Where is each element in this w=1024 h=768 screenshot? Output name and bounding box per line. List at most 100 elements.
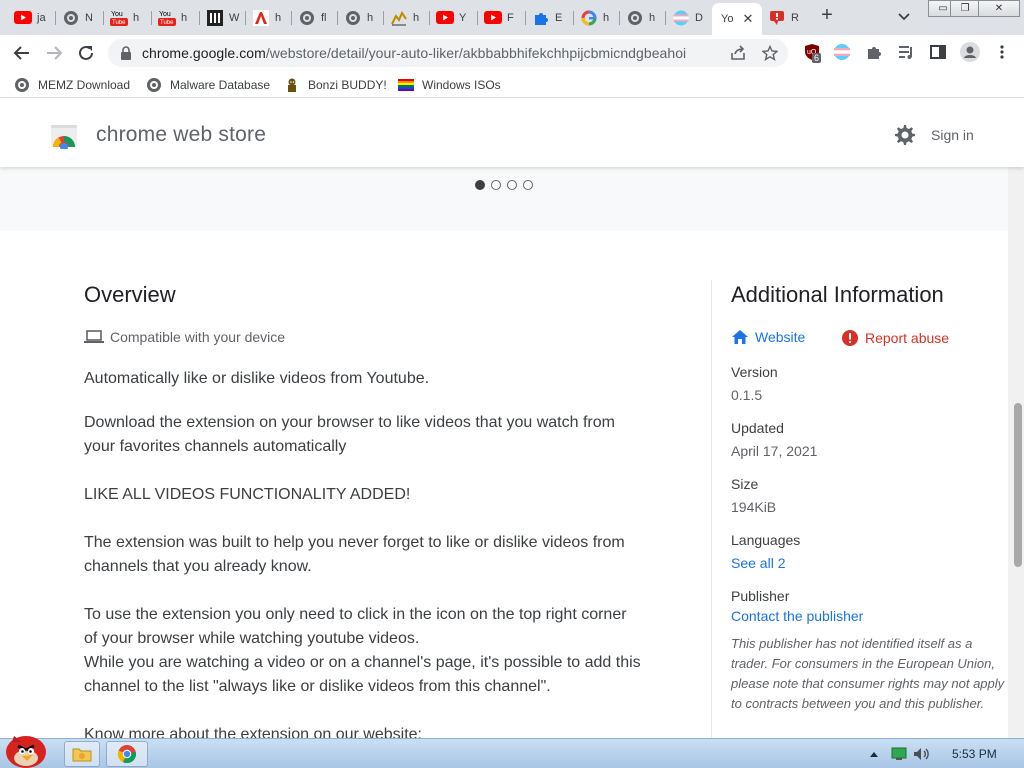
sign-in-link[interactable]: Sign in [931,127,974,143]
bookmark-label: MEMZ Download [38,78,131,92]
home-icon [732,330,748,344]
description-paragraph: While you are watching a video or on a c… [84,654,641,695]
bookmark-malware-database[interactable]: Malware Database [146,76,270,94]
reload-icon [79,45,93,60]
extensions-puzzle-icon[interactable] [865,43,883,61]
media-controls-icon[interactable] [897,43,915,61]
tab-search-chevron-down-icon[interactable] [895,7,913,25]
taskbar-clock[interactable]: 5:53 PM [952,747,997,761]
youtube-logo-icon: You Tube [158,9,176,27]
tab-4-label: h [181,11,188,24]
sparkline-icon [390,9,408,27]
youtube-icon [14,9,32,27]
additional-info-heading: Additional Information [731,282,944,307]
tab-12[interactable]: E [526,3,574,32]
alert-icon [842,330,858,346]
volume-icon[interactable] [912,741,932,767]
languages-label: Languages [731,532,801,548]
globe-icon [344,9,362,27]
updated-label: Updated [731,420,784,436]
tab-5-label: W [229,11,240,24]
tab-active[interactable]: Yo ✕ [712,3,762,35]
tab-17[interactable]: R [762,3,808,32]
tab-10-label: Y [459,11,467,24]
tab-13[interactable]: h [574,3,620,32]
webstore-header: chrome web store Sign in [0,103,1024,167]
ublock-origin-icon[interactable]: uO 6 [803,43,822,63]
website-link[interactable]: Website [731,329,805,345]
tab-15[interactable]: D [666,3,712,32]
see-all-languages-link[interactable]: See all 2 [731,555,785,571]
tab-14[interactable]: h [620,3,666,32]
tab-8-label: h [367,11,374,24]
tab-11-label: F [507,11,514,24]
tab-6[interactable]: h [246,3,292,32]
tab-7[interactable]: fl [292,3,338,32]
chrome-web-store-logo-icon[interactable] [50,121,78,151]
tab-14-label: h [649,11,656,24]
carousel-dot-1[interactable] [475,180,485,190]
flag-extension-icon[interactable] [833,43,851,61]
network-icon[interactable] [890,741,908,767]
tab-5[interactable]: W [200,3,246,32]
tab-10[interactable]: Y [430,3,478,32]
tab-11[interactable]: F [478,3,526,32]
close-window-button[interactable]: ✕ [978,0,1020,17]
url-text: chrome.google.com/webstore/detail/your-a… [142,45,686,61]
bookmark-label: Malware Database [170,78,271,92]
svg-text:Tube: Tube [160,20,174,26]
report-abuse-link[interactable]: Report abuse [841,329,949,347]
website-link-label: Website [755,329,806,345]
size-label: Size [731,476,759,492]
kebab-menu-icon[interactable] [993,43,1011,61]
trader-disclaimer: This publisher has not identified itself… [731,636,1005,711]
youtube-icon [436,9,454,27]
bookmark-bonzi-buddy[interactable]: Bonzi BUDDY! [284,76,387,94]
back-button[interactable] [10,41,34,65]
flag-icon [672,9,690,27]
carousel-dot-3[interactable] [507,180,517,190]
contact-publisher-link[interactable]: Contact the publisher [731,608,863,624]
ublock-badge: 6 [812,53,822,63]
side-panel-icon[interactable] [929,43,947,61]
forward-button[interactable] [42,41,66,65]
start-button-angry-bird-icon[interactable] [0,724,52,768]
address-bar[interactable]: chrome.google.com/webstore/detail/your-a… [108,39,788,67]
bookmark-star-icon[interactable] [761,44,779,61]
description-paragraph: Know more about the extension on our web… [84,726,422,738]
bonzi-icon [284,77,300,93]
carousel-dot-4[interactable] [523,180,533,190]
tab-8[interactable]: h [338,3,384,32]
svg-text:Tube: Tube [112,20,126,26]
tab-9-label: h [413,11,420,24]
lock-icon [120,46,132,65]
taskbar-chrome-button[interactable] [106,741,148,767]
reload-button[interactable] [74,41,98,65]
close-tab-icon[interactable]: ✕ [742,11,753,27]
tab-1[interactable]: ja [8,3,56,32]
bookmark-memz[interactable]: MEMZ Download [14,76,130,94]
rainbow-flag-icon [398,77,414,93]
updated-value: April 17, 2021 [731,443,818,459]
wikipedia-icon [206,9,224,27]
tab-4[interactable]: You Tube h [152,3,200,32]
gear-icon[interactable] [893,124,915,146]
new-tab-button[interactable]: + [817,5,837,26]
tab-9[interactable]: h [384,3,430,32]
show-hidden-icons-chevron-up-icon[interactable] [866,741,882,767]
share-icon[interactable] [730,45,746,61]
taskbar-explorer-button[interactable] [64,741,100,767]
thumbs-down-icon [768,9,786,27]
youtube-icon [484,9,502,27]
bookmark-windows-isos[interactable]: Windows ISOs [398,76,501,94]
page-scrollbar-thumb[interactable] [1014,403,1022,567]
folder-icon [72,748,92,762]
maximize-button[interactable]: ❐ [950,0,980,17]
overview-heading: Overview [84,282,176,307]
profile-avatar-icon[interactable] [960,42,980,62]
globe-icon [62,9,80,27]
carousel-dot-2[interactable] [491,180,501,190]
tab-2[interactable]: N [56,3,104,32]
store-title[interactable]: chrome web store [96,123,266,147]
tab-3[interactable]: You Tube h [104,3,152,32]
